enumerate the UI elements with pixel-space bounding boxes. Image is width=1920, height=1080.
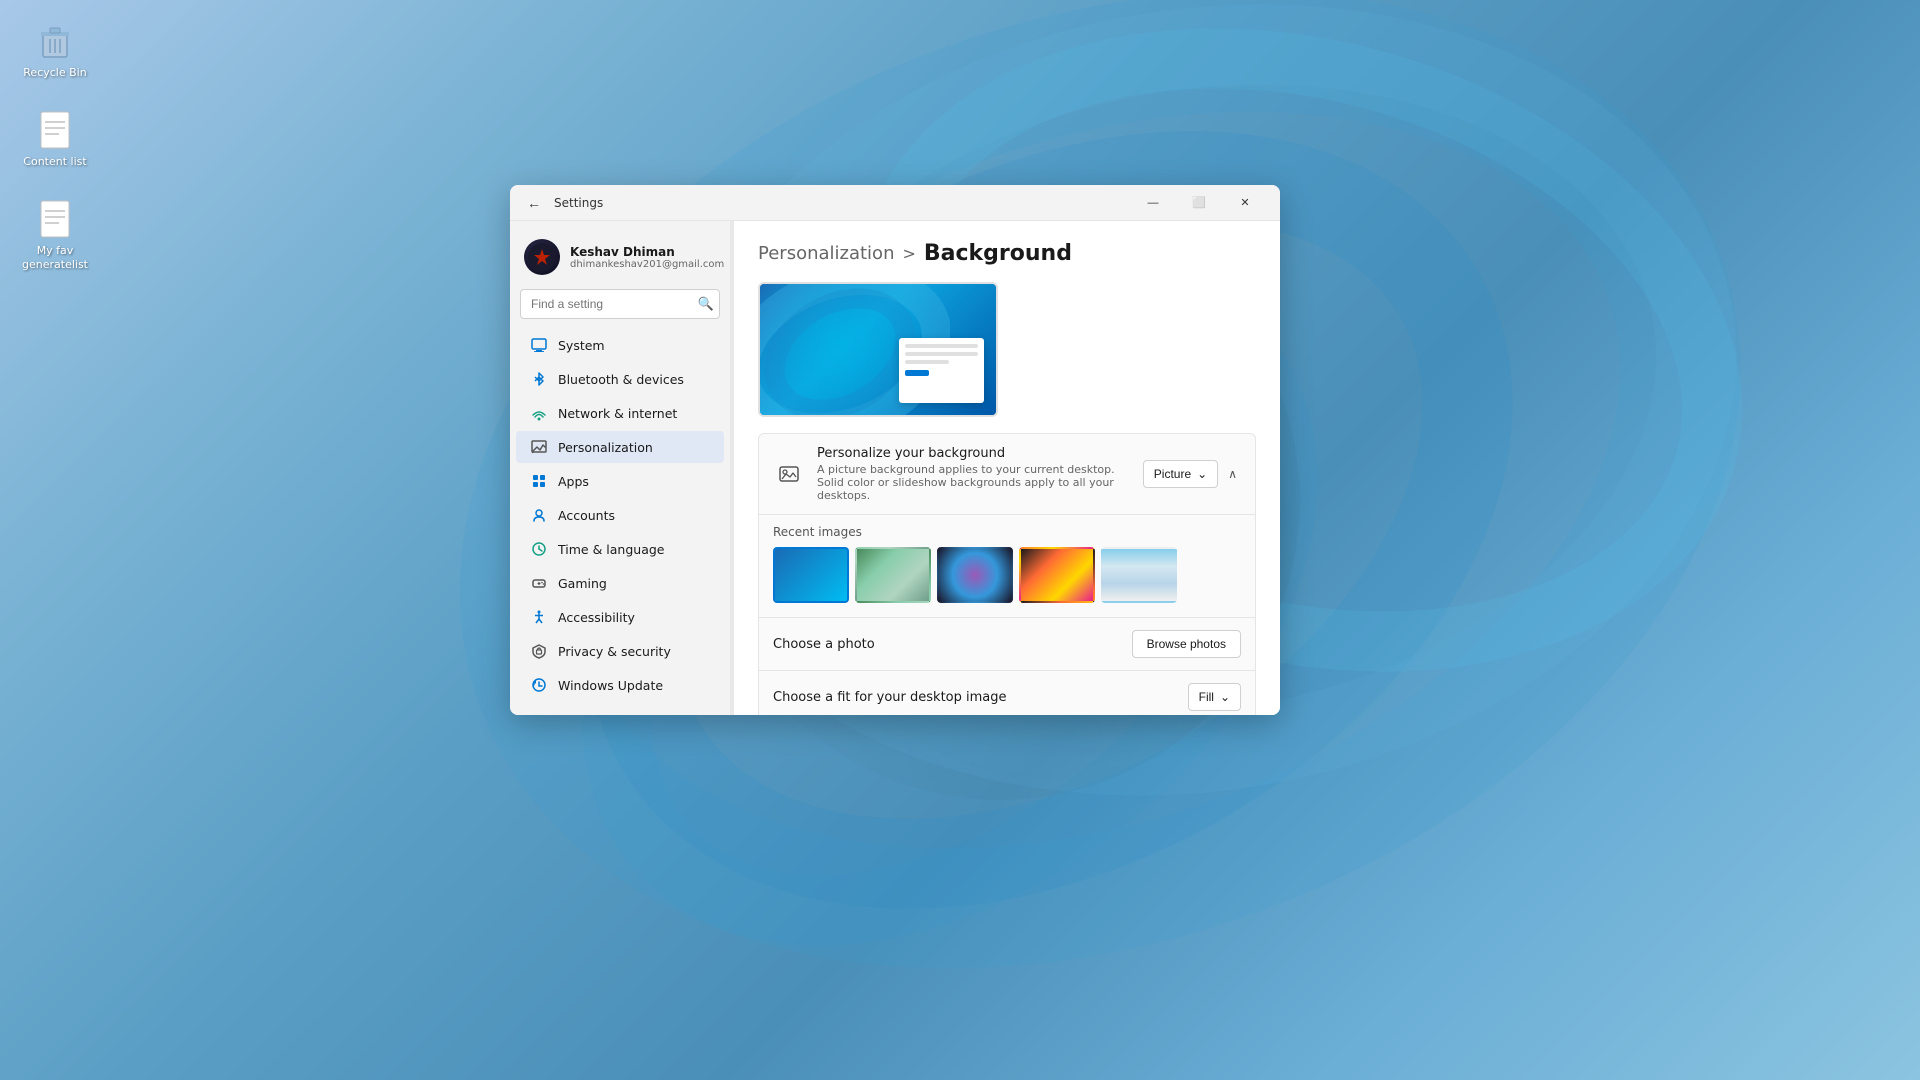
sidebar-item-system[interactable]: System <box>516 329 724 361</box>
user-email: dhimankeshav201@gmail.com <box>570 259 724 270</box>
windows-update-icon <box>530 676 548 694</box>
window-controls: — ⬜ ✕ <box>1130 187 1268 219</box>
recent-images-label: Recent images <box>773 525 1241 539</box>
personalization-icon <box>530 438 548 456</box>
browse-photos-button[interactable]: Browse photos <box>1132 630 1241 658</box>
choose-photo-row: Choose a photo Browse photos <box>759 617 1255 670</box>
sidebar-item-apps[interactable]: Apps <box>516 465 724 497</box>
settings-window: ← Settings — ⬜ ✕ <box>510 185 1280 715</box>
images-grid <box>773 547 1241 603</box>
sidebar-item-gaming[interactable]: Gaming <box>516 567 724 599</box>
sidebar-item-gaming-label: Gaming <box>558 576 607 591</box>
background-setting-icon <box>773 458 805 490</box>
sidebar-item-accessibility[interactable]: Accessibility <box>516 601 724 633</box>
recycle-bin-label: Recycle Bin <box>23 66 86 79</box>
search-box: 🔍 <box>520 289 720 319</box>
sidebar-item-network-label: Network & internet <box>558 406 677 421</box>
background-setting-title: Personalize your background <box>817 446 1131 461</box>
search-input[interactable] <box>520 289 720 319</box>
avatar <box>524 239 560 275</box>
bluetooth-icon <box>530 370 548 388</box>
fit-row: Choose a fit for your desktop image Fill… <box>759 670 1255 715</box>
sidebar-item-windows-update-label: Windows Update <box>558 678 663 693</box>
preview-background <box>760 284 996 415</box>
background-preview <box>758 282 998 417</box>
background-setting-row: Personalize your background A picture ba… <box>758 433 1256 715</box>
sidebar-item-time-label: Time & language <box>558 542 664 557</box>
sidebar-item-personalization[interactable]: Personalization <box>516 431 724 463</box>
accessibility-icon <box>530 608 548 626</box>
dropdown-chevron-icon: ⌄ <box>1197 467 1207 481</box>
sidebar-item-windows-update[interactable]: Windows Update <box>516 669 724 701</box>
background-setting-desc: A picture background applies to your cur… <box>817 463 1131 502</box>
breadcrumb-current: Background <box>924 241 1072 266</box>
collapse-icon[interactable]: ∧ <box>1224 463 1241 485</box>
recycle-bin-icon[interactable]: Recycle Bin <box>20 20 90 79</box>
content-list-label: Content list <box>23 155 86 168</box>
sidebar-item-apps-label: Apps <box>558 474 589 489</box>
sidebar-item-privacy-label: Privacy & security <box>558 644 671 659</box>
sidebar-item-accounts-label: Accounts <box>558 508 615 523</box>
search-icon[interactable]: 🔍 <box>698 296 714 312</box>
title-bar: ← Settings — ⬜ ✕ <box>510 185 1280 221</box>
apps-icon <box>530 472 548 490</box>
gaming-icon <box>530 574 548 592</box>
my-fav-generatelist-icon[interactable]: My fav generatelist <box>20 198 90 270</box>
thumbnail-1[interactable] <box>773 547 849 603</box>
sidebar-item-time[interactable]: Time & language <box>516 533 724 565</box>
breadcrumb-parent: Personalization <box>758 243 894 264</box>
back-button[interactable]: ← <box>522 191 546 215</box>
sidebar-item-accessibility-label: Accessibility <box>558 610 635 625</box>
system-icon <box>530 336 548 354</box>
sidebar-item-bluetooth-label: Bluetooth & devices <box>558 372 684 387</box>
desktop-icons: Recycle Bin Content list <box>20 20 90 271</box>
background-type-dropdown[interactable]: Picture ⌄ <box>1143 460 1218 488</box>
recent-images-section: Recent images <box>759 514 1255 617</box>
privacy-icon <box>530 642 548 660</box>
desktop: Recycle Bin Content list <box>0 0 1920 1080</box>
user-name: Keshav Dhiman <box>570 245 724 259</box>
breadcrumb: Personalization > Background <box>758 241 1256 266</box>
sidebar: Keshav Dhiman dhimankeshav201@gmail.com … <box>510 221 730 715</box>
sidebar-item-bluetooth[interactable]: Bluetooth & devices <box>516 363 724 395</box>
window-title: Settings <box>554 196 603 210</box>
my-fav-label: My fav generatelist <box>20 244 90 270</box>
sidebar-item-accounts[interactable]: Accounts <box>516 499 724 531</box>
close-button[interactable]: ✕ <box>1222 187 1268 219</box>
content-list-icon[interactable]: Content list <box>20 109 90 168</box>
thumbnail-4[interactable] <box>1019 547 1095 603</box>
thumbnail-3[interactable] <box>937 547 1013 603</box>
maximize-button[interactable]: ⬜ <box>1176 187 1222 219</box>
sidebar-item-personalization-label: Personalization <box>558 440 653 455</box>
fit-dropdown[interactable]: Fill ⌄ <box>1188 683 1241 711</box>
thumbnail-2[interactable] <box>855 547 931 603</box>
sidebar-item-system-label: System <box>558 338 605 353</box>
time-icon <box>530 540 548 558</box>
sidebar-item-network[interactable]: Network & internet <box>516 397 724 429</box>
fit-label: Choose a fit for your desktop image <box>773 690 1007 705</box>
user-profile[interactable]: Keshav Dhiman dhimankeshav201@gmail.com <box>510 231 730 287</box>
accounts-icon <box>530 506 548 524</box>
choose-photo-label: Choose a photo <box>773 637 875 652</box>
sidebar-item-privacy[interactable]: Privacy & security <box>516 635 724 667</box>
breadcrumb-arrow: > <box>902 244 915 263</box>
thumbnail-5[interactable] <box>1101 547 1177 603</box>
window-body: Keshav Dhiman dhimankeshav201@gmail.com … <box>510 221 1280 715</box>
preview-window-mockup <box>899 338 984 403</box>
minimize-button[interactable]: — <box>1130 187 1176 219</box>
fit-chevron-icon: ⌄ <box>1220 690 1230 704</box>
main-content: Personalization > Background <box>734 221 1280 715</box>
network-icon <box>530 404 548 422</box>
